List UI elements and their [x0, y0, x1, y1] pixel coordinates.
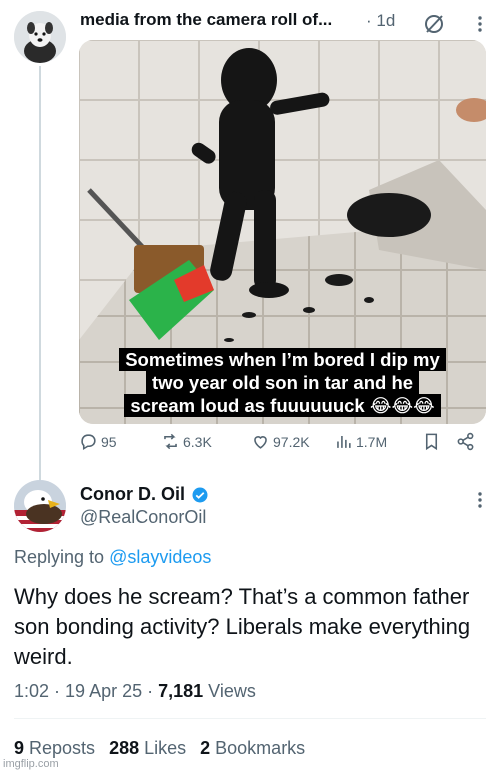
reply-tweet-meta: 1:02 · 19 Apr 25 · 7,181 Views — [14, 681, 256, 701]
likes-count: 288 — [109, 738, 140, 758]
reply-engagement-stats: 9 Reposts 288 Likes 2 Bookmarks — [14, 738, 305, 759]
tweet-media-image[interactable]: Sometimes when I’m bored I dip my two ye… — [79, 40, 486, 424]
original-author-avatar[interactable] — [14, 11, 66, 63]
reply-author-name[interactable]: Conor D. Oil — [80, 484, 185, 505]
caption-line: scream loud as fuuuuuuck 😂😂😂 — [124, 394, 441, 417]
reposts-label: Reposts — [29, 738, 96, 758]
verified-badge-icon — [192, 487, 208, 502]
reply-more-options-icon[interactable] — [470, 488, 490, 512]
repost-button[interactable]: 6.3K — [161, 432, 212, 451]
reply-author-handle[interactable]: @RealConorOil — [80, 507, 206, 528]
caption-line: two year old son in tar and he — [145, 371, 420, 394]
bookmarks-stat[interactable]: 2 Bookmarks — [200, 738, 305, 759]
tweet-action-bar: 95 6.3K 97.2K 1.7M — [79, 432, 486, 458]
likes-stat[interactable]: 288 Likes — [109, 738, 186, 759]
bookmark-icon — [425, 433, 438, 451]
divider — [14, 718, 486, 719]
heart-icon — [254, 436, 267, 449]
views-count: 1.7M — [356, 433, 388, 450]
views-chart-icon — [337, 435, 351, 448]
bookmarks-label: Bookmarks — [215, 738, 306, 758]
reposts-stat[interactable]: 9 Reposts — [14, 738, 95, 759]
reply-tweet-text: Why does he scream? That’s a common fath… — [14, 584, 471, 669]
thread-connector-line — [39, 66, 41, 484]
replying-to-line: Replying to @slayvideos — [14, 547, 211, 568]
reposts-count: 9 — [14, 738, 25, 758]
like-count: 97.2K — [273, 433, 310, 450]
reply-author-avatar[interactable] — [14, 480, 66, 532]
imgflip-watermark: imgflip.com — [3, 758, 59, 770]
original-tweet-time[interactable]: · 1d — [366, 11, 395, 31]
grok-icon[interactable] — [422, 12, 446, 36]
repost-count: 6.3K — [183, 433, 212, 450]
replying-to-prefix: Replying to — [14, 547, 105, 567]
repost-icon — [164, 433, 177, 450]
reply-button[interactable]: 95 — [79, 432, 117, 451]
original-author-name[interactable]: media from the camera roll of... — [80, 10, 332, 30]
reply-count: 95 — [101, 433, 117, 450]
more-options-icon[interactable] — [470, 12, 490, 36]
like-button[interactable]: 97.2K — [251, 432, 310, 451]
reply-views-label: Views — [208, 681, 256, 701]
bookmark-button[interactable] — [422, 432, 441, 451]
share-icon — [457, 432, 474, 451]
reply-date[interactable]: 19 Apr 25 — [65, 681, 142, 701]
likes-label: Likes — [144, 738, 187, 758]
reply-author-name-row[interactable]: Conor D. Oil — [80, 484, 209, 505]
caption-line: Sometimes when I’m bored I dip my — [119, 348, 446, 371]
reply-icon — [81, 434, 96, 451]
reply-time[interactable]: 1:02 — [14, 681, 49, 701]
reply-views-count: 7,181 — [158, 681, 204, 701]
bookmarks-count: 2 — [200, 738, 211, 758]
views-button[interactable]: 1.7M — [334, 432, 387, 451]
media-caption: Sometimes when I’m bored I dip my two ye… — [79, 348, 486, 417]
replying-to-mention[interactable]: @slayvideos — [109, 547, 211, 567]
share-button[interactable] — [456, 432, 475, 451]
